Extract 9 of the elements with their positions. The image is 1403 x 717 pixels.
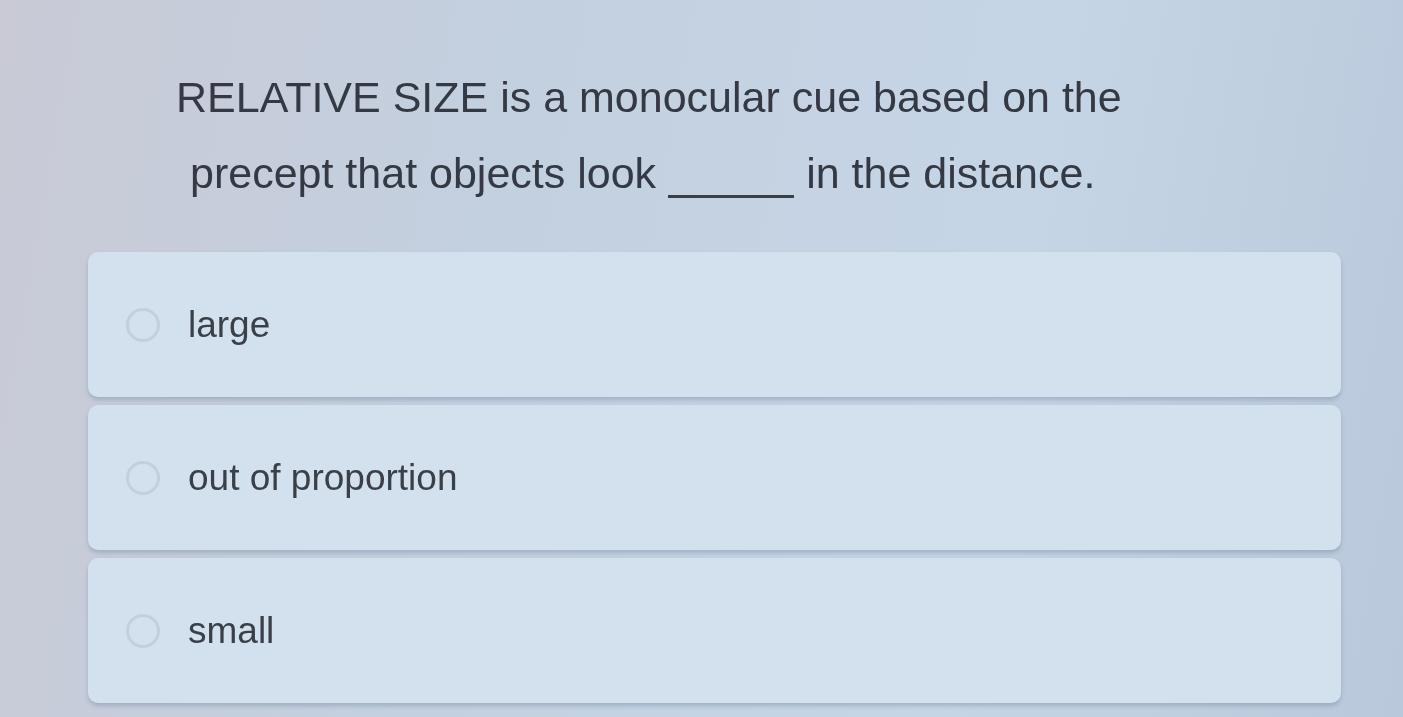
question-text: in the distance.: [806, 148, 1096, 198]
question-text: RELATIVE SIZE is a monocular cue based on the: [176, 72, 1122, 122]
question-text: precept that objects look: [190, 148, 657, 198]
answer-option[interactable]: small: [88, 558, 1341, 703]
option-label: large: [188, 302, 271, 347]
answer-option[interactable]: large: [88, 252, 1341, 397]
option-label: out of proportion: [188, 455, 458, 500]
option-label: small: [188, 608, 275, 653]
answer-option[interactable]: out of proportion: [88, 405, 1341, 550]
